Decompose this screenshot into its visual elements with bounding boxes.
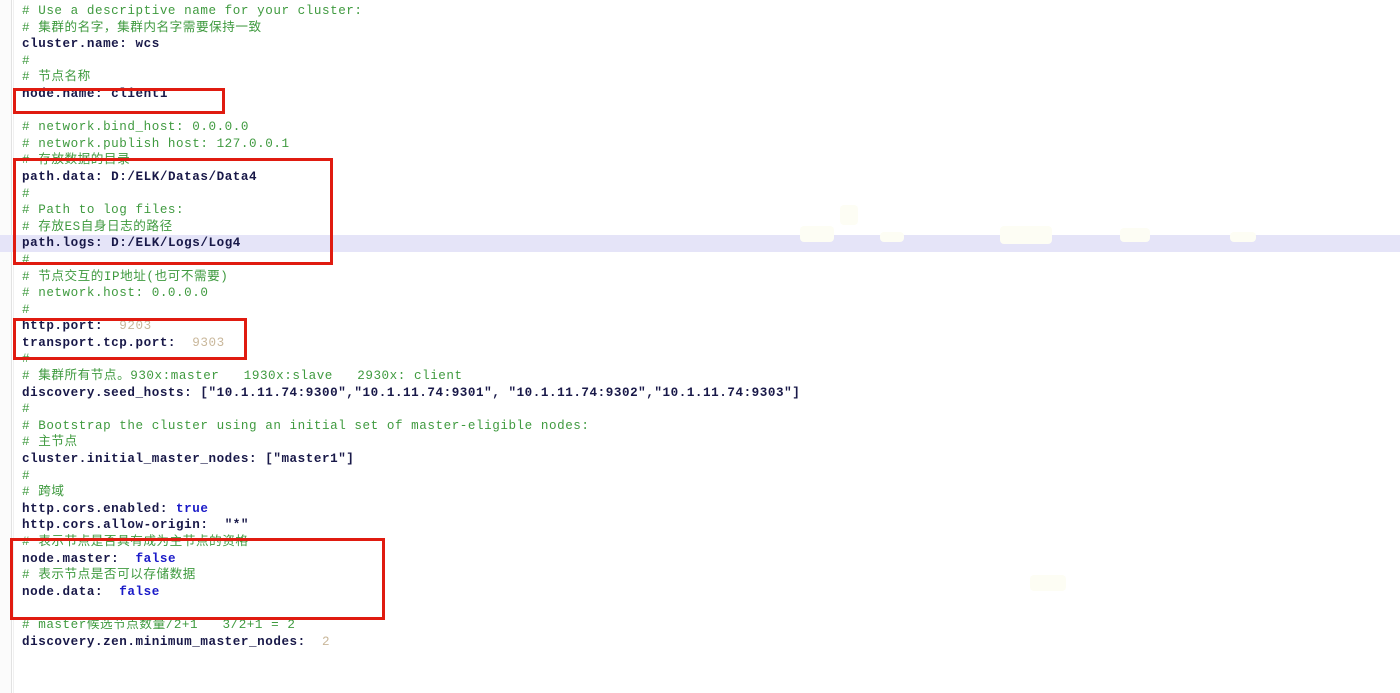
- code-line[interactable]: # 节点名称: [0, 69, 1400, 86]
- code-key: discovery.zen.minimum_master_nodes:: [22, 634, 306, 649]
- code-boolean-value: false: [119, 551, 177, 566]
- code-key: path.logs:: [22, 236, 104, 251]
- code-number-value: 9303: [176, 335, 225, 350]
- code-line[interactable]: #: [0, 351, 1400, 368]
- code-line[interactable]: #: [0, 53, 1400, 70]
- code-line[interactable]: # 集群所有节点。930x:master 1930x:slave 2930x: …: [0, 368, 1400, 385]
- code-boolean-value: true: [167, 501, 209, 516]
- code-comment: #: [22, 252, 31, 267]
- code-comment: # 表示节点是否具有成为主节点的资格: [22, 535, 249, 549]
- code-key: node.name:: [22, 86, 104, 101]
- code-comment: #: [22, 352, 31, 367]
- code-value: D:/ELK/Datas/Data4: [103, 169, 258, 184]
- code-comment: #: [22, 302, 31, 317]
- code-key: http.cors.enabled:: [22, 501, 168, 516]
- code-line[interactable]: path.logs: D:/ELK/Logs/Log4: [0, 235, 1400, 252]
- code-line[interactable]: # 存放ES自身日志的路径: [0, 219, 1400, 236]
- code-line[interactable]: http.cors.allow-origin: "*": [0, 517, 1400, 534]
- code-comment: # Bootstrap the cluster using an initial…: [22, 418, 590, 433]
- code-line[interactable]: # 节点交互的IP地址(也可不需要): [0, 269, 1400, 286]
- code-content[interactable]: # Use a descriptive name for your cluste…: [0, 3, 1400, 693]
- code-line[interactable]: cluster.initial_master_nodes: ["master1"…: [0, 451, 1400, 468]
- code-line[interactable]: [0, 103, 1400, 120]
- code-line[interactable]: discovery.zen.minimum_master_nodes: 2: [0, 634, 1400, 651]
- code-key: cluster.initial_master_nodes:: [22, 452, 258, 467]
- code-line[interactable]: #: [0, 401, 1400, 418]
- code-line[interactable]: # 存放数据的目录: [0, 152, 1400, 169]
- code-key: http.port:: [22, 319, 104, 334]
- code-comment: # 集群的名字，集群内名字需要保持一致: [22, 20, 262, 35]
- code-line[interactable]: node.master: false: [0, 551, 1400, 568]
- code-line[interactable]: http.cors.enabled: true: [0, 501, 1400, 518]
- code-comment: #: [22, 468, 31, 483]
- code-line[interactable]: #: [0, 302, 1400, 319]
- code-value: D:/ELK/Logs/Log4: [103, 236, 241, 251]
- code-comment: # 存放ES自身日志的路径: [22, 219, 173, 234]
- code-line[interactable]: # Bootstrap the cluster using an initial…: [0, 418, 1400, 435]
- code-comment: # network.publish host: 127.0.0.1: [22, 136, 290, 151]
- code-line[interactable]: # 表示节点是否具有成为主节点的资格: [0, 534, 1400, 551]
- code-line[interactable]: #: [0, 252, 1400, 269]
- code-comment: # 跨域: [22, 485, 65, 500]
- code-key: node.master:: [22, 551, 120, 566]
- code-line[interactable]: node.data: false: [0, 584, 1400, 601]
- code-value: ["10.1.11.74:9300","10.1.11.74:9301", "1…: [192, 385, 801, 400]
- code-line[interactable]: discovery.seed_hosts: ["10.1.11.74:9300"…: [0, 385, 1400, 402]
- code-comment: #: [22, 186, 31, 201]
- code-number-value: 2: [305, 634, 331, 649]
- code-key: node.data:: [22, 584, 104, 599]
- code-line[interactable]: # network.host: 0.0.0.0: [0, 285, 1400, 302]
- code-line[interactable]: node.name: client1: [0, 86, 1400, 103]
- code-comment: # Path to log files:: [22, 203, 185, 218]
- code-value: "*": [208, 518, 250, 533]
- code-line[interactable]: # Path to log files:: [0, 202, 1400, 219]
- code-comment: # 集群所有节点。930x:master 1930x:slave 2930x: …: [22, 369, 463, 384]
- code-key: discovery.seed_hosts:: [22, 385, 193, 400]
- code-comment: # 表示节点是否可以存储数据: [22, 568, 196, 583]
- code-line[interactable]: path.data: D:/ELK/Datas/Data4: [0, 169, 1400, 186]
- code-line[interactable]: cluster.name: wcs: [0, 36, 1400, 53]
- code-comment: #: [22, 53, 31, 68]
- code-comment: # 节点名称: [22, 70, 91, 85]
- code-value: wcs: [127, 37, 160, 52]
- code-comment: #: [22, 402, 31, 417]
- code-line[interactable]: # 跨域: [0, 484, 1400, 501]
- code-line[interactable]: # 集群的名字，集群内名字需要保持一致: [0, 20, 1400, 37]
- code-comment: # 节点交互的IP地址(也可不需要): [22, 269, 229, 284]
- code-key: http.cors.allow-origin:: [22, 518, 209, 533]
- code-line[interactable]: # 表示节点是否可以存储数据: [0, 567, 1400, 584]
- code-line[interactable]: transport.tcp.port: 9303: [0, 335, 1400, 352]
- code-boolean-value: false: [103, 584, 160, 599]
- code-line[interactable]: http.port: 9203: [0, 318, 1400, 335]
- code-line[interactable]: # network.bind_host: 0.0.0.0: [0, 119, 1400, 136]
- code-value: client1: [103, 86, 168, 101]
- code-comment: # network.host: 0.0.0.0: [22, 286, 209, 301]
- code-key: cluster.name:: [22, 37, 128, 52]
- code-line[interactable]: # Use a descriptive name for your cluste…: [0, 3, 1400, 20]
- code-line[interactable]: [0, 600, 1400, 617]
- code-line[interactable]: # master候选节点数量/2+1 3/2+1 = 2: [0, 617, 1400, 634]
- code-editor[interactable]: # Use a descriptive name for your cluste…: [0, 0, 1400, 693]
- code-comment: # Use a descriptive name for your cluste…: [22, 4, 363, 18]
- code-line[interactable]: #: [0, 468, 1400, 485]
- code-number-value: 9203: [103, 319, 152, 334]
- code-value: ["master1"]: [257, 452, 355, 467]
- code-line[interactable]: # 主节点: [0, 434, 1400, 451]
- code-key: path.data:: [22, 169, 104, 184]
- code-comment: # 存放数据的目录: [22, 153, 131, 168]
- code-line[interactable]: #: [0, 186, 1400, 203]
- code-key: transport.tcp.port:: [22, 335, 177, 350]
- code-comment: # network.bind_host: 0.0.0.0: [22, 120, 250, 135]
- code-comment: # 主节点: [22, 435, 78, 450]
- code-comment: # master候选节点数量/2+1 3/2+1 = 2: [22, 617, 296, 632]
- code-line[interactable]: # network.publish host: 127.0.0.1: [0, 136, 1400, 153]
